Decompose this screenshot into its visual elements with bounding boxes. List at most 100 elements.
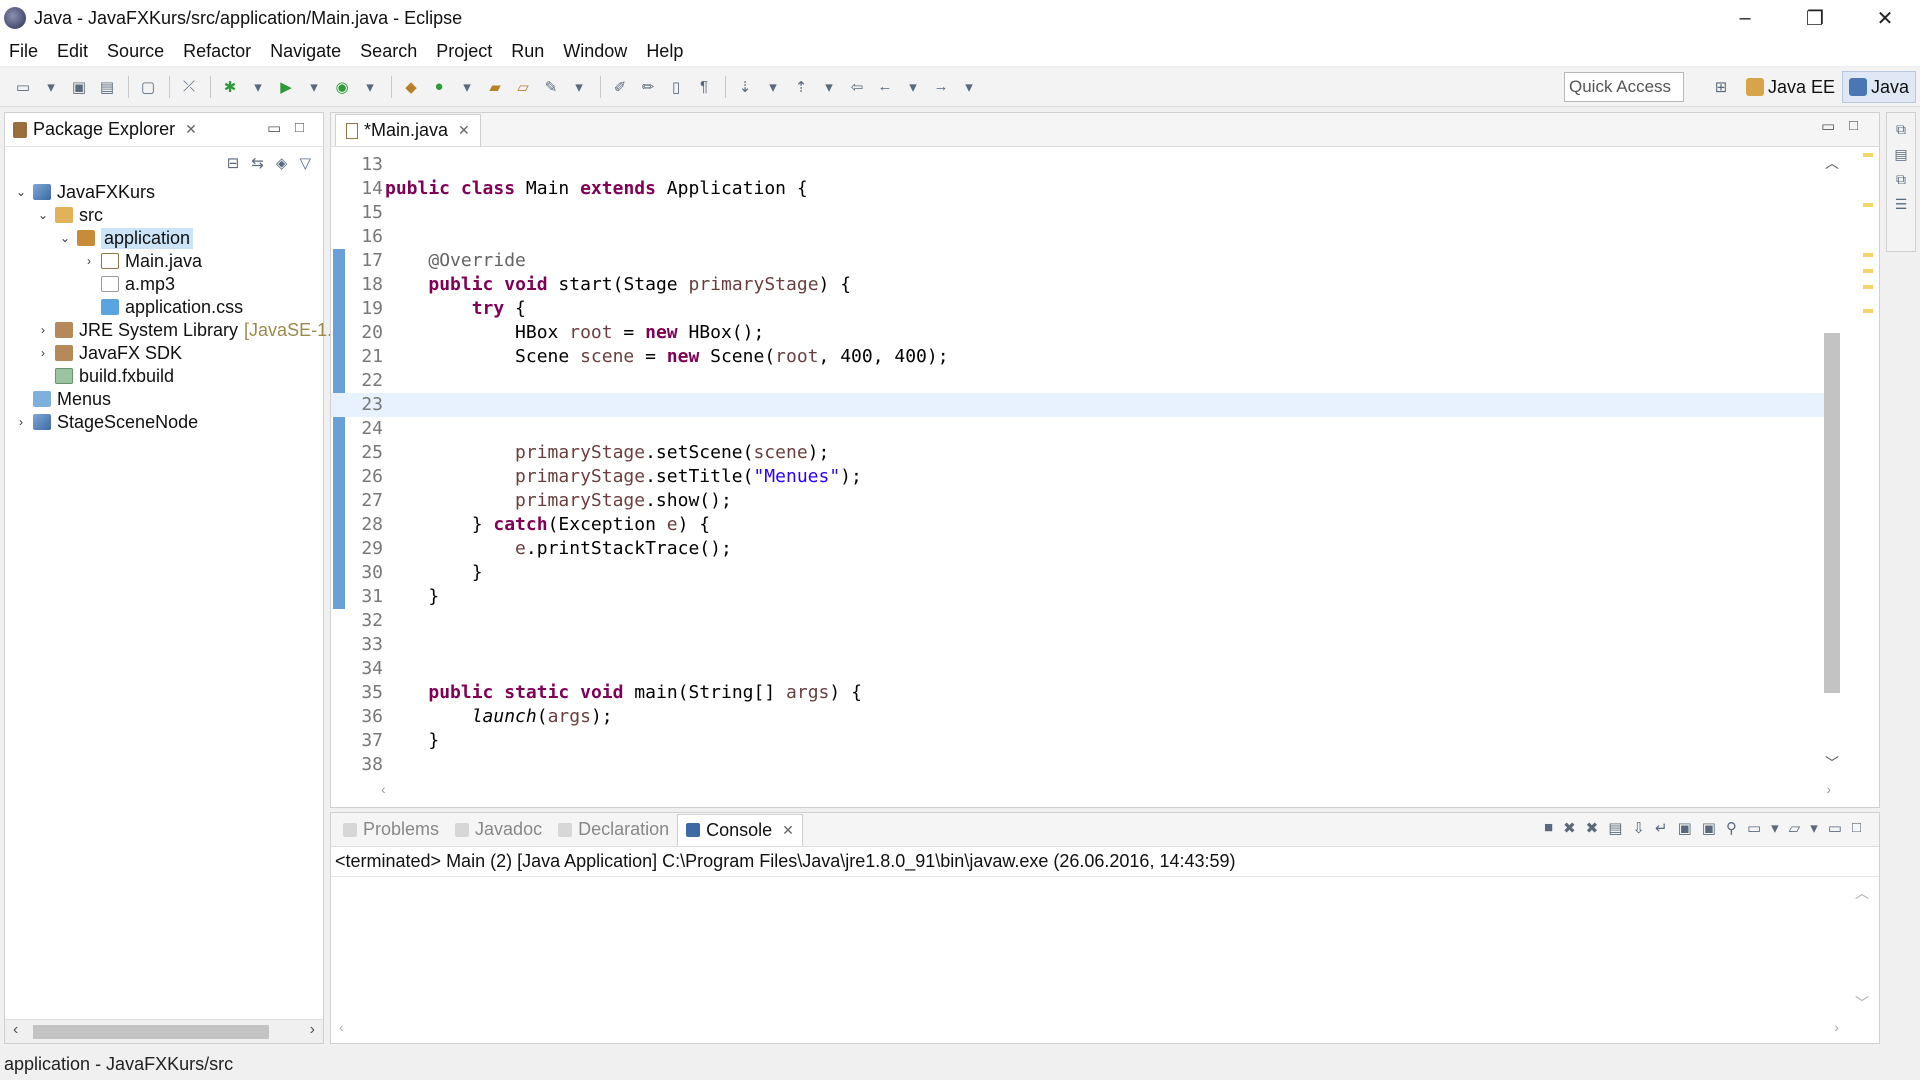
forward-icon[interactable]: → (928, 74, 954, 100)
terminal-icon[interactable]: ▢ (135, 74, 161, 100)
close-button[interactable]: ✕ (1850, 0, 1920, 36)
code-line[interactable]: 30 } (331, 561, 1831, 585)
back-dropdown-icon[interactable]: ▾ (900, 74, 926, 100)
open-perspective-icon[interactable]: ⊞ (1708, 74, 1734, 100)
search-icon[interactable]: ✎ (538, 74, 564, 100)
console-horizontal-scrollbar[interactable]: ‹ › (339, 1019, 1839, 1037)
perspective-java[interactable]: Java (1842, 71, 1917, 103)
code-line[interactable]: 36 launch(args); (331, 705, 1831, 729)
code-editor[interactable]: 13 14 public class Main extends Applicati… (331, 153, 1831, 775)
focus-task-icon[interactable]: ◈ (276, 154, 288, 172)
open-task-icon[interactable]: ▱ (510, 74, 536, 100)
editor-horizontal-scrollbar[interactable]: ‹ › (381, 781, 1831, 801)
next-annotation-dropdown-icon[interactable]: ▾ (760, 74, 786, 100)
debug-icon[interactable]: ✱ (217, 74, 243, 100)
overview-marker[interactable] (1863, 203, 1873, 207)
open-type-icon[interactable]: ▰ (482, 74, 508, 100)
view-menu-icon[interactable]: ▽ (299, 154, 311, 172)
code-line[interactable]: 27 primaryStage.show(); (331, 489, 1831, 513)
code-line-current[interactable]: 23 (331, 393, 1831, 417)
restore-button[interactable]: ❐ (1780, 0, 1850, 36)
scroll-right-icon[interactable]: › (1826, 781, 1831, 797)
word-wrap-icon[interactable]: ↵ (1655, 819, 1668, 837)
code-line[interactable]: 16 (331, 225, 1831, 249)
chevron-down-icon[interactable]: ⌄ (57, 231, 73, 245)
scrollbar-thumb[interactable] (1824, 333, 1840, 693)
code-line[interactable]: 24 (331, 417, 1831, 441)
chevron-down-icon[interactable]: ⌄ (35, 208, 51, 222)
overview-ruler[interactable] (1861, 153, 1875, 773)
run-icon[interactable]: ▶ (273, 74, 299, 100)
menu-navigate[interactable]: Navigate (261, 41, 351, 62)
editor-vertical-scrollbar[interactable]: ︿ ﹀ (1821, 153, 1843, 773)
dropdown-arrow-icon[interactable]: ▾ (38, 74, 64, 100)
outline-icon[interactable]: ☰ (1887, 196, 1915, 213)
code-line[interactable]: 14 public class Main extends Application … (331, 177, 1831, 201)
code-line[interactable]: 34 (331, 657, 1831, 681)
coverage-dropdown-icon[interactable]: ▾ (357, 74, 383, 100)
save-icon[interactable]: ▣ (66, 74, 92, 100)
task-list-icon[interactable]: ▤ (1887, 146, 1915, 163)
minimize-icon[interactable]: ▭ (1828, 819, 1842, 837)
code-line[interactable]: 21 Scene scene = new Scene(root, 400, 40… (331, 345, 1831, 369)
skip-breakpoints-icon[interactable]: ⤫ (176, 74, 202, 100)
horizontal-scrollbar[interactable]: ‹ › (5, 1019, 323, 1043)
code-line[interactable]: 28 } catch(Exception e) { (331, 513, 1831, 537)
search-dropdown-icon[interactable]: ▾ (566, 74, 592, 100)
code-line[interactable]: 13 (331, 153, 1831, 177)
close-icon[interactable]: ✕ (782, 822, 794, 839)
code-line[interactable]: 15 (331, 201, 1831, 225)
chevron-right-icon[interactable]: › (81, 254, 97, 268)
menu-search[interactable]: Search (351, 41, 427, 62)
scroll-down-icon[interactable]: ﹀ (1825, 753, 1839, 773)
code-line[interactable]: 32 (331, 609, 1831, 633)
code-line[interactable]: 25 primaryStage.setScene(scene); (331, 441, 1831, 465)
chevron-right-icon[interactable]: › (13, 415, 29, 429)
clear-console-icon[interactable]: ▤ (1608, 819, 1622, 837)
code-line[interactable]: 31 } (331, 585, 1831, 609)
coverage-icon[interactable]: ◉ (329, 74, 355, 100)
overview-marker[interactable] (1863, 153, 1873, 157)
previous-annotation-dropdown-icon[interactable]: ▾ (816, 74, 842, 100)
menu-source[interactable]: Source (98, 41, 174, 62)
overview-marker[interactable] (1863, 269, 1873, 273)
menu-edit[interactable]: Edit (48, 41, 98, 62)
display-console-icon[interactable]: ▭ (1747, 819, 1761, 837)
scroll-lock-icon[interactable]: ⇩ (1632, 819, 1645, 837)
editor-tab-main-java[interactable]: *Main.java ✕ (335, 114, 481, 146)
terminate-icon[interactable]: ■ (1544, 819, 1553, 837)
scroll-up-icon[interactable]: ︿ (1825, 153, 1839, 173)
run-dropdown-icon[interactable]: ▾ (301, 74, 327, 100)
menu-window[interactable]: Window (554, 41, 637, 62)
code-line[interactable]: 19 try { (331, 297, 1831, 321)
debug-dropdown-icon[interactable]: ▾ (245, 74, 271, 100)
perspective-java-ee[interactable]: Java EE (1746, 71, 1835, 103)
show-on-error-icon[interactable]: ▣ (1702, 819, 1716, 837)
remove-launch-icon[interactable]: ✖ (1563, 819, 1576, 837)
pin-console-icon[interactable]: ⚲ (1726, 819, 1737, 837)
display-console-dropdown-icon[interactable]: ▾ (1771, 819, 1779, 837)
close-icon[interactable]: ✕ (458, 122, 470, 139)
chevron-down-icon[interactable]: ⌄ (13, 185, 29, 199)
code-line[interactable]: 17 @Override (331, 249, 1831, 273)
maximize-icon[interactable]: □ (1849, 117, 1858, 134)
overview-marker[interactable] (1863, 309, 1873, 313)
chevron-right-icon[interactable]: › (35, 346, 51, 360)
open-console-dropdown-icon[interactable]: ▾ (1810, 819, 1818, 837)
quick-access-input[interactable]: Quick Access (1564, 72, 1684, 102)
mark-occurrences-icon[interactable]: ✏ (635, 74, 661, 100)
restore-icon[interactable]: ⧉ (1887, 171, 1915, 188)
collapse-all-icon[interactable]: ⊟ (227, 154, 240, 172)
tab-console[interactable]: Console ✕ (677, 813, 803, 846)
save-all-icon[interactable]: ▤ (94, 74, 120, 100)
menu-refactor[interactable]: Refactor (174, 41, 261, 62)
scroll-right-icon[interactable]: › (1834, 1019, 1839, 1035)
forward-dropdown-icon[interactable]: ▾ (956, 74, 982, 100)
menu-help[interactable]: Help (637, 41, 693, 62)
menu-project[interactable]: Project (427, 41, 502, 62)
console-vertical-scrollbar[interactable]: ︿ ﹀ (1855, 883, 1873, 1013)
scroll-left-icon[interactable]: ‹ (13, 1021, 18, 1039)
code-line[interactable]: 38 (331, 753, 1831, 775)
menu-run[interactable]: Run (502, 41, 554, 62)
new-icon[interactable]: ▭ (10, 74, 36, 100)
